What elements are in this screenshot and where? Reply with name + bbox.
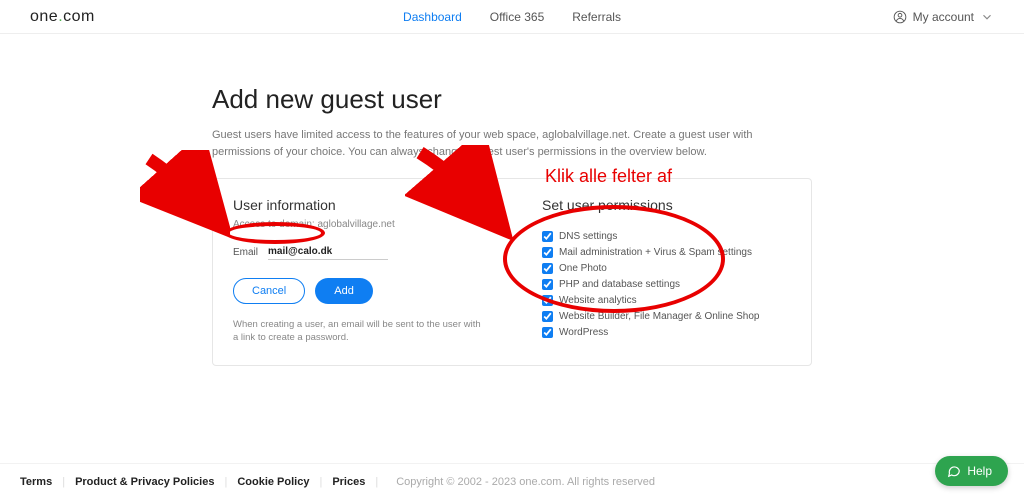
permissions-column: Set user permissions DNS settings Mail a…: [542, 197, 791, 345]
user-info-column: User information Access to domain: aglob…: [233, 197, 482, 345]
permissions-list: DNS settings Mail administration + Virus…: [542, 231, 791, 338]
account-label: My account: [913, 10, 974, 24]
perm-label: WordPress: [559, 327, 608, 338]
main-nav: Dashboard Office 365 Referrals: [403, 10, 621, 24]
logo-text-pre: one: [30, 8, 58, 25]
account-menu[interactable]: My account: [893, 10, 994, 24]
perm-item-onephoto: One Photo: [542, 263, 791, 274]
brand-logo: one.com: [30, 8, 95, 26]
perm-item-analytics: Website analytics: [542, 295, 791, 306]
footer-prices[interactable]: Prices: [332, 476, 365, 488]
footer-copyright: Copyright © 2002 - 2023 one.com. All rig…: [396, 476, 655, 488]
perm-checkbox-onephoto[interactable]: [542, 263, 553, 274]
help-label: Help: [967, 464, 992, 478]
permissions-heading: Set user permissions: [542, 197, 791, 213]
perm-label: One Photo: [559, 263, 607, 274]
perm-item-wordpress: WordPress: [542, 327, 791, 338]
email-row: Email: [233, 244, 482, 260]
perm-checkbox-dns[interactable]: [542, 231, 553, 242]
perm-label: Mail administration + Virus & Spam setti…: [559, 247, 752, 258]
footer: Terms | Product & Privacy Policies | Coo…: [0, 463, 1024, 500]
perm-label: Website Builder, File Manager & Online S…: [559, 311, 759, 322]
perm-item-dns: DNS settings: [542, 231, 791, 242]
action-buttons: Cancel Add: [233, 278, 482, 304]
footer-terms[interactable]: Terms: [20, 476, 52, 488]
perm-item-php: PHP and database settings: [542, 279, 791, 290]
perm-label: Website analytics: [559, 295, 637, 306]
cancel-button[interactable]: Cancel: [233, 278, 305, 304]
email-field[interactable]: [268, 244, 388, 260]
logo-text-post: com: [63, 8, 95, 25]
sep: |: [224, 476, 227, 488]
chat-icon: [947, 464, 961, 478]
perm-label: DNS settings: [559, 231, 617, 242]
perm-checkbox-builder[interactable]: [542, 311, 553, 322]
help-button[interactable]: Help: [935, 456, 1008, 486]
footer-privacy[interactable]: Product & Privacy Policies: [75, 476, 214, 488]
user-info-access-line: Access to domain: aglobalvillage.net: [233, 219, 482, 230]
main-content: Add new guest user Guest users have limi…: [212, 84, 812, 366]
user-circle-icon: [893, 10, 907, 24]
create-user-note: When creating a user, an email will be s…: [233, 318, 482, 345]
nav-office365[interactable]: Office 365: [490, 10, 544, 24]
email-label: Email: [233, 247, 258, 258]
perm-checkbox-wordpress[interactable]: [542, 327, 553, 338]
footer-cookie[interactable]: Cookie Policy: [237, 476, 309, 488]
perm-item-builder: Website Builder, File Manager & Online S…: [542, 311, 791, 322]
chevron-down-icon: [980, 10, 994, 24]
sep: |: [62, 476, 65, 488]
perm-label: PHP and database settings: [559, 279, 680, 290]
top-header: one.com Dashboard Office 365 Referrals M…: [0, 0, 1024, 34]
sep: |: [375, 476, 378, 488]
user-info-heading: User information: [233, 197, 482, 213]
page-title: Add new guest user: [212, 84, 812, 115]
perm-checkbox-analytics[interactable]: [542, 295, 553, 306]
add-button[interactable]: Add: [315, 278, 373, 304]
guest-user-card: User information Access to domain: aglob…: [212, 178, 812, 366]
nav-referrals[interactable]: Referrals: [572, 10, 621, 24]
perm-checkbox-php[interactable]: [542, 279, 553, 290]
sep: |: [319, 476, 322, 488]
nav-dashboard[interactable]: Dashboard: [403, 10, 462, 24]
perm-checkbox-mail[interactable]: [542, 247, 553, 258]
perm-item-mail: Mail administration + Virus & Spam setti…: [542, 247, 791, 258]
page-description: Guest users have limited access to the f…: [212, 127, 812, 160]
